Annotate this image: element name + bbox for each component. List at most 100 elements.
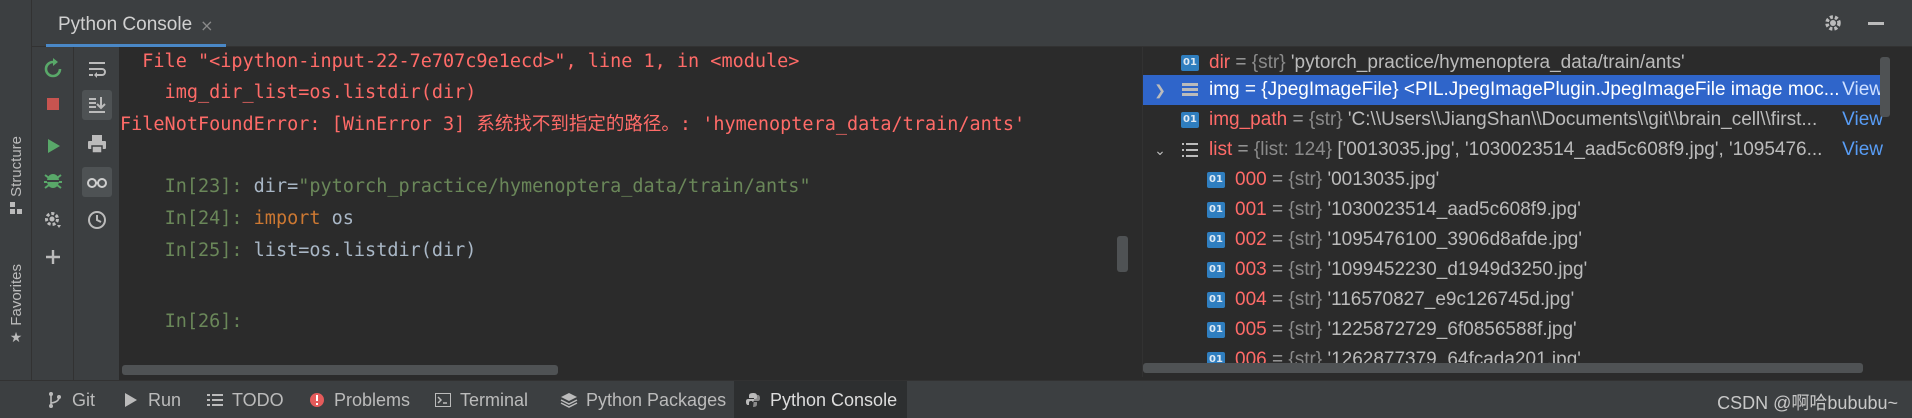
terminal-tool-tab[interactable]: Terminal [424, 381, 538, 418]
object-type-icon [1181, 82, 1199, 98]
python-console-tool-tab[interactable]: Python Console [734, 381, 908, 418]
variables-view: 01 dir = {str} 'pytorch_practice/hymenopt… [1142, 47, 1912, 377]
variable-type: {str} [1288, 259, 1323, 280]
variable-row-img-path[interactable]: 01 img_path = {str} 'C:\\Users\\JiangShan… [1143, 105, 1883, 135]
equals-sign: = [1232, 139, 1254, 160]
console-vertical-scrollbar[interactable] [1117, 236, 1128, 272]
variable-text: 004 = {str} '116570827_e9c126745d.jpg' [1235, 285, 1574, 315]
equals-sign: = [1266, 229, 1289, 250]
variable-value: '1099452230_d1949d3250.jpg' [1327, 259, 1588, 280]
run-icon[interactable] [38, 131, 68, 161]
variable-text: 002 = {str} '1095476100_3906d8afde.jpg' [1235, 225, 1582, 255]
variable-text: 003 = {str} '1099452230_d1949d3250.jpg' [1235, 255, 1587, 285]
variables-vertical-scrollbar[interactable] [1880, 57, 1890, 117]
run-tool-tab[interactable]: Run [112, 381, 191, 418]
variable-row-000[interactable]: 01 000 = {str} '0013035.jpg' [1143, 165, 1883, 195]
gear-icon[interactable] [1822, 12, 1844, 34]
equals-sign: = [1287, 109, 1309, 130]
prompt-in26: In[26]: [164, 311, 254, 332]
left-tool-stripe: Structure Favorites ★ [0, 0, 32, 380]
variable-value: '1225872729_6f0856588f.jpg' [1327, 319, 1577, 340]
show-variables-icon[interactable] [82, 167, 112, 197]
prompt-in25: In[25]: [164, 240, 254, 261]
console-line-in25: In[25]: list=os.listdir(dir) [120, 206, 477, 261]
console-horizontal-scrollbar[interactable] [122, 365, 558, 375]
string-type-icon: 01 [1207, 232, 1225, 248]
list-type-icon [1181, 142, 1199, 158]
variable-name: 004 [1235, 289, 1267, 310]
variable-row-dir[interactable]: 01 dir = {str} 'pytorch_practice/hymenopt… [1143, 48, 1883, 78]
history-icon[interactable] [82, 205, 112, 235]
variable-name: 005 [1235, 319, 1267, 340]
settings-icon[interactable] [38, 205, 68, 235]
python-console-tab-label: Python Console [770, 389, 898, 410]
minimize-icon[interactable] [1868, 22, 1884, 25]
variable-text: list = {list: 124} ['0013035.jpg', '1030… [1209, 135, 1822, 165]
string-in23: "pytorch_practice/hymenoptera_data/train… [298, 176, 811, 197]
collapse-chevron-icon[interactable]: ⌄ [1151, 135, 1169, 165]
python-icon [744, 391, 762, 409]
equals-sign: = [1266, 259, 1289, 280]
view-link[interactable]: View [1838, 105, 1883, 135]
variable-name: 002 [1235, 229, 1267, 250]
variable-value: '1030023514_aad5c608f9.jpg' [1327, 199, 1581, 220]
variable-row-005[interactable]: 01 005 = {str} '1225872729_6f0856588f.jpg… [1143, 315, 1883, 345]
variable-row-003[interactable]: 01 003 = {str} '1099452230_d1949d3250.jpg… [1143, 255, 1883, 285]
tab-python-console-label: Python Console [58, 14, 193, 35]
error-message-line: FileNotFoundError: [WinError 3] 系统找不到指定的… [120, 114, 1026, 135]
soft-wrap-icon[interactable] [82, 54, 112, 84]
close-icon[interactable]: × [200, 16, 213, 35]
variable-name: 003 [1235, 259, 1267, 280]
code-in25: list=os.listdir(dir) [253, 240, 477, 261]
favorites-tool-tab[interactable]: Favorites ★ [2, 264, 30, 346]
tab-python-console[interactable]: Python Console × [46, 6, 226, 47]
console-input-line[interactable]: In[26]: [120, 277, 254, 332]
string-type-icon: 01 [1207, 262, 1225, 278]
problems-tool-tab[interactable]: Problems [298, 381, 420, 418]
layers-icon [560, 391, 578, 409]
python-packages-tool-tab[interactable]: Python Packages [550, 381, 736, 418]
console-line-in23: In[23]: dir="pytorch_practice/hymenopter… [120, 142, 811, 197]
add-icon[interactable] [38, 242, 68, 272]
variable-value: <PIL.JpegImagePlugin.JpegImageFile image… [1403, 79, 1840, 100]
python-packages-tab-label: Python Packages [586, 389, 727, 410]
variable-row-list[interactable]: ⌄ list = {list: 124} ['0013035.jpg', '103… [1143, 135, 1883, 165]
variable-row-002[interactable]: 01 002 = {str} '1095476100_3906d8afde.jpg… [1143, 225, 1883, 255]
variable-row-img[interactable]: ❯ img = {JpegImageFile} <PIL.JpegImagePlu… [1143, 75, 1883, 105]
debug-icon[interactable] [38, 165, 68, 195]
git-tool-tab[interactable]: Git [36, 381, 105, 418]
variable-row-001[interactable]: 01 001 = {str} '1030023514_aad5c608f9.jpg… [1143, 195, 1883, 225]
stop-icon[interactable] [38, 89, 68, 119]
variable-row-004[interactable]: 01 004 = {str} '116570827_e9c126745d.jpg' [1143, 285, 1883, 315]
console-line-in24: In[24]: import os [120, 174, 354, 229]
equals-sign: = [1230, 52, 1252, 73]
terminal-tab-label: Terminal [460, 389, 529, 410]
variable-text: 000 = {str} '0013035.jpg' [1235, 165, 1439, 195]
variable-text: img_path = {str} 'C:\\Users\\JiangShan\\… [1209, 105, 1817, 135]
equals-sign: = [1266, 289, 1289, 310]
variables-horizontal-scrollbar[interactable] [1143, 363, 1863, 373]
variable-name: img [1209, 79, 1240, 100]
variable-type: {JpegImageFile} [1261, 79, 1399, 100]
variable-value: '116570827_e9c126745d.jpg' [1327, 289, 1575, 310]
watermark-text: CSDN @啊哈bububu~ [1717, 393, 1898, 413]
view-link[interactable]: View [1838, 75, 1883, 105]
terminal-icon [434, 391, 452, 409]
print-icon[interactable] [82, 129, 112, 159]
equals-sign: = [1239, 79, 1262, 100]
view-link[interactable]: View [1838, 135, 1883, 165]
variable-name: list [1209, 139, 1233, 160]
scroll-to-end-icon[interactable] [82, 90, 112, 120]
tool-window-header: Python Console × [32, 0, 1912, 47]
problems-tab-label: Problems [334, 389, 411, 410]
variable-name: 001 [1235, 199, 1267, 220]
console-output[interactable]: File "<ipython-input-22-7e707c9e1ecd>", … [120, 47, 1142, 377]
variable-value: 'pytorch_practice/hymenoptera_data/train… [1290, 52, 1685, 73]
expand-chevron-icon[interactable]: ❯ [1151, 75, 1169, 105]
variable-value: '1095476100_3906d8afde.jpg' [1327, 229, 1582, 250]
todo-tool-tab[interactable]: TODO [196, 381, 294, 418]
structure-tool-tab[interactable]: Structure [2, 136, 30, 217]
variable-text: 005 = {str} '1225872729_6f0856588f.jpg' [1235, 315, 1577, 345]
rerun-icon[interactable] [38, 54, 68, 84]
git-branch-icon [46, 391, 64, 409]
